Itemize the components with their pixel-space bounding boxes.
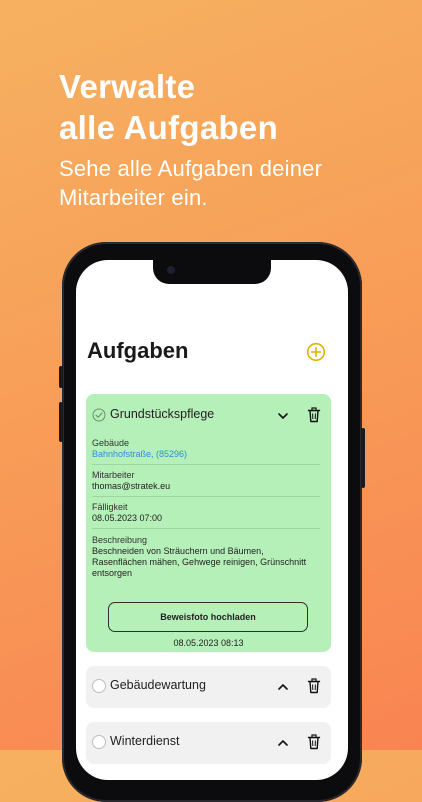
task-card-gebaeudewartung: Gebäudewartung xyxy=(86,666,331,708)
upload-proof-photo-button[interactable]: Beweisfoto hochladen xyxy=(108,602,308,632)
page-title: Aufgaben xyxy=(87,338,188,364)
phone-screen: Aufgaben Grundstückspflege xyxy=(76,260,348,780)
divider xyxy=(92,464,320,465)
field-employee: Mitarbeiter thomas@stratek.eu xyxy=(92,470,320,492)
trash-icon[interactable] xyxy=(307,407,321,423)
headline-line-2: alle Aufgaben xyxy=(59,107,278,148)
task-header[interactable]: Gebäudewartung xyxy=(92,677,325,697)
unchecked-circle-icon[interactable] xyxy=(92,679,106,693)
headline-line-1: Verwalte xyxy=(59,66,278,107)
trash-icon[interactable] xyxy=(307,678,321,694)
chevron-up-icon[interactable] xyxy=(276,680,290,694)
task-header[interactable]: Winterdienst xyxy=(92,733,325,753)
field-label: Gebäude xyxy=(92,438,320,449)
field-value: 08.05.2023 07:00 xyxy=(92,513,320,524)
completion-timestamp: 08.05.2023 08:13 xyxy=(86,638,331,648)
phone-side-button xyxy=(59,402,63,442)
divider xyxy=(92,528,320,529)
phone-notch xyxy=(153,260,271,284)
subheadline-line-2: Mitarbeiter ein. xyxy=(59,183,322,212)
task-header[interactable]: Grundstückspflege xyxy=(92,406,325,426)
description-line: Beschneiden von Sträuchern und Bäumen, xyxy=(92,546,320,557)
field-value: thomas@stratek.eu xyxy=(92,481,320,492)
field-building: Gebäude Bahnhofstraße, (85296) xyxy=(92,438,320,460)
headline: Verwalte alle Aufgaben xyxy=(59,66,278,148)
trash-icon[interactable] xyxy=(307,734,321,750)
description-line: Rasenflächen mähen, Gehwege reinigen, Gr… xyxy=(92,557,320,568)
phone-side-button xyxy=(59,366,63,388)
task-card-winterdienst: Winterdienst xyxy=(86,722,331,764)
building-link[interactable]: Bahnhofstraße, (85296) xyxy=(92,449,320,460)
chevron-up-icon[interactable] xyxy=(276,736,290,750)
divider xyxy=(92,496,320,497)
task-title: Gebäudewartung xyxy=(110,678,206,692)
add-task-button[interactable] xyxy=(306,342,326,362)
task-title: Winterdienst xyxy=(110,734,179,748)
check-circle-icon[interactable] xyxy=(92,408,106,422)
phone-side-button xyxy=(361,428,365,488)
field-label: Fälligkeit xyxy=(92,502,320,513)
task-card-grundstueckspflege: Grundstückspflege Gebäude Bahnhofstraße,… xyxy=(86,394,331,652)
subheadline-line-1: Sehe alle Aufgaben deiner xyxy=(59,154,322,183)
subheadline: Sehe alle Aufgaben deiner Mitarbeiter ei… xyxy=(59,154,322,212)
field-label: Mitarbeiter xyxy=(92,470,320,481)
task-title: Grundstückspflege xyxy=(110,407,214,421)
field-due-date: Fälligkeit 08.05.2023 07:00 xyxy=(92,502,320,524)
camera-icon xyxy=(167,266,175,274)
unchecked-circle-icon[interactable] xyxy=(92,735,106,749)
plus-circle-icon xyxy=(306,342,326,362)
description-line: entsorgen xyxy=(92,568,320,579)
field-label: Beschreibung xyxy=(92,535,320,546)
field-description: Beschreibung Beschneiden von Sträuchern … xyxy=(92,535,320,579)
chevron-down-icon[interactable] xyxy=(276,409,290,423)
